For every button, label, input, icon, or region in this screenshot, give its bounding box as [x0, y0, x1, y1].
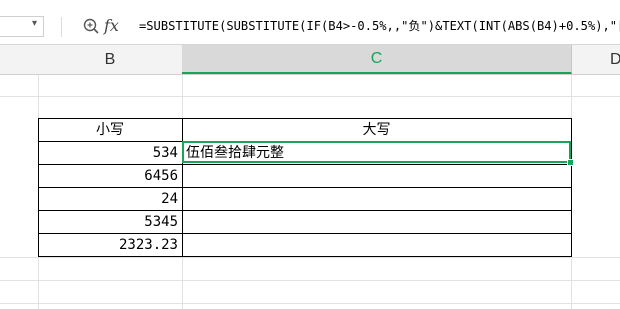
- grid-row-line: [0, 257, 620, 258]
- formula-bar: ▾ fx =SUBSTITUTE(SUBSTITUTE(IF(B4>-0.5%,…: [0, 0, 620, 45]
- table-cell-b[interactable]: 6456: [38, 165, 178, 187]
- table-header-b[interactable]: 小写: [38, 119, 182, 141]
- table-cell-c[interactable]: [186, 234, 566, 256]
- column-header-d[interactable]: D: [610, 45, 620, 74]
- formula-input[interactable]: =SUBSTITUTE(SUBSTITUTE(IF(B4>-0.5%,,"负")…: [139, 17, 620, 34]
- table-cell-b[interactable]: 534: [38, 142, 178, 164]
- fx-icon[interactable]: fx: [104, 16, 119, 35]
- active-cell-selection[interactable]: [182, 141, 571, 163]
- chevron-down-icon[interactable]: ▾: [32, 18, 37, 29]
- table-cell-b[interactable]: 24: [38, 188, 178, 210]
- column-header-row: B C D: [0, 45, 620, 75]
- name-box[interactable]: ▾: [0, 16, 44, 37]
- table-header-c[interactable]: 大写: [182, 119, 571, 141]
- grid-row-line: [0, 303, 620, 304]
- table-border: [571, 118, 572, 256]
- grid-row-line: [0, 96, 620, 97]
- table-cell-b[interactable]: 5345: [38, 211, 178, 233]
- table-cell-c[interactable]: [186, 188, 566, 210]
- fill-handle[interactable]: [567, 159, 574, 166]
- formula-bar-divider: [61, 17, 62, 37]
- table-cell-b[interactable]: 2323.23: [38, 234, 178, 256]
- table-border: [38, 256, 572, 257]
- table-cell-c[interactable]: [186, 165, 566, 187]
- column-header-b[interactable]: B: [38, 45, 183, 74]
- column-header-c[interactable]: C: [182, 45, 572, 74]
- grid-row-line: [0, 280, 620, 281]
- zoom-magnifier-icon[interactable]: [83, 18, 99, 34]
- table-cell-c[interactable]: [186, 211, 566, 233]
